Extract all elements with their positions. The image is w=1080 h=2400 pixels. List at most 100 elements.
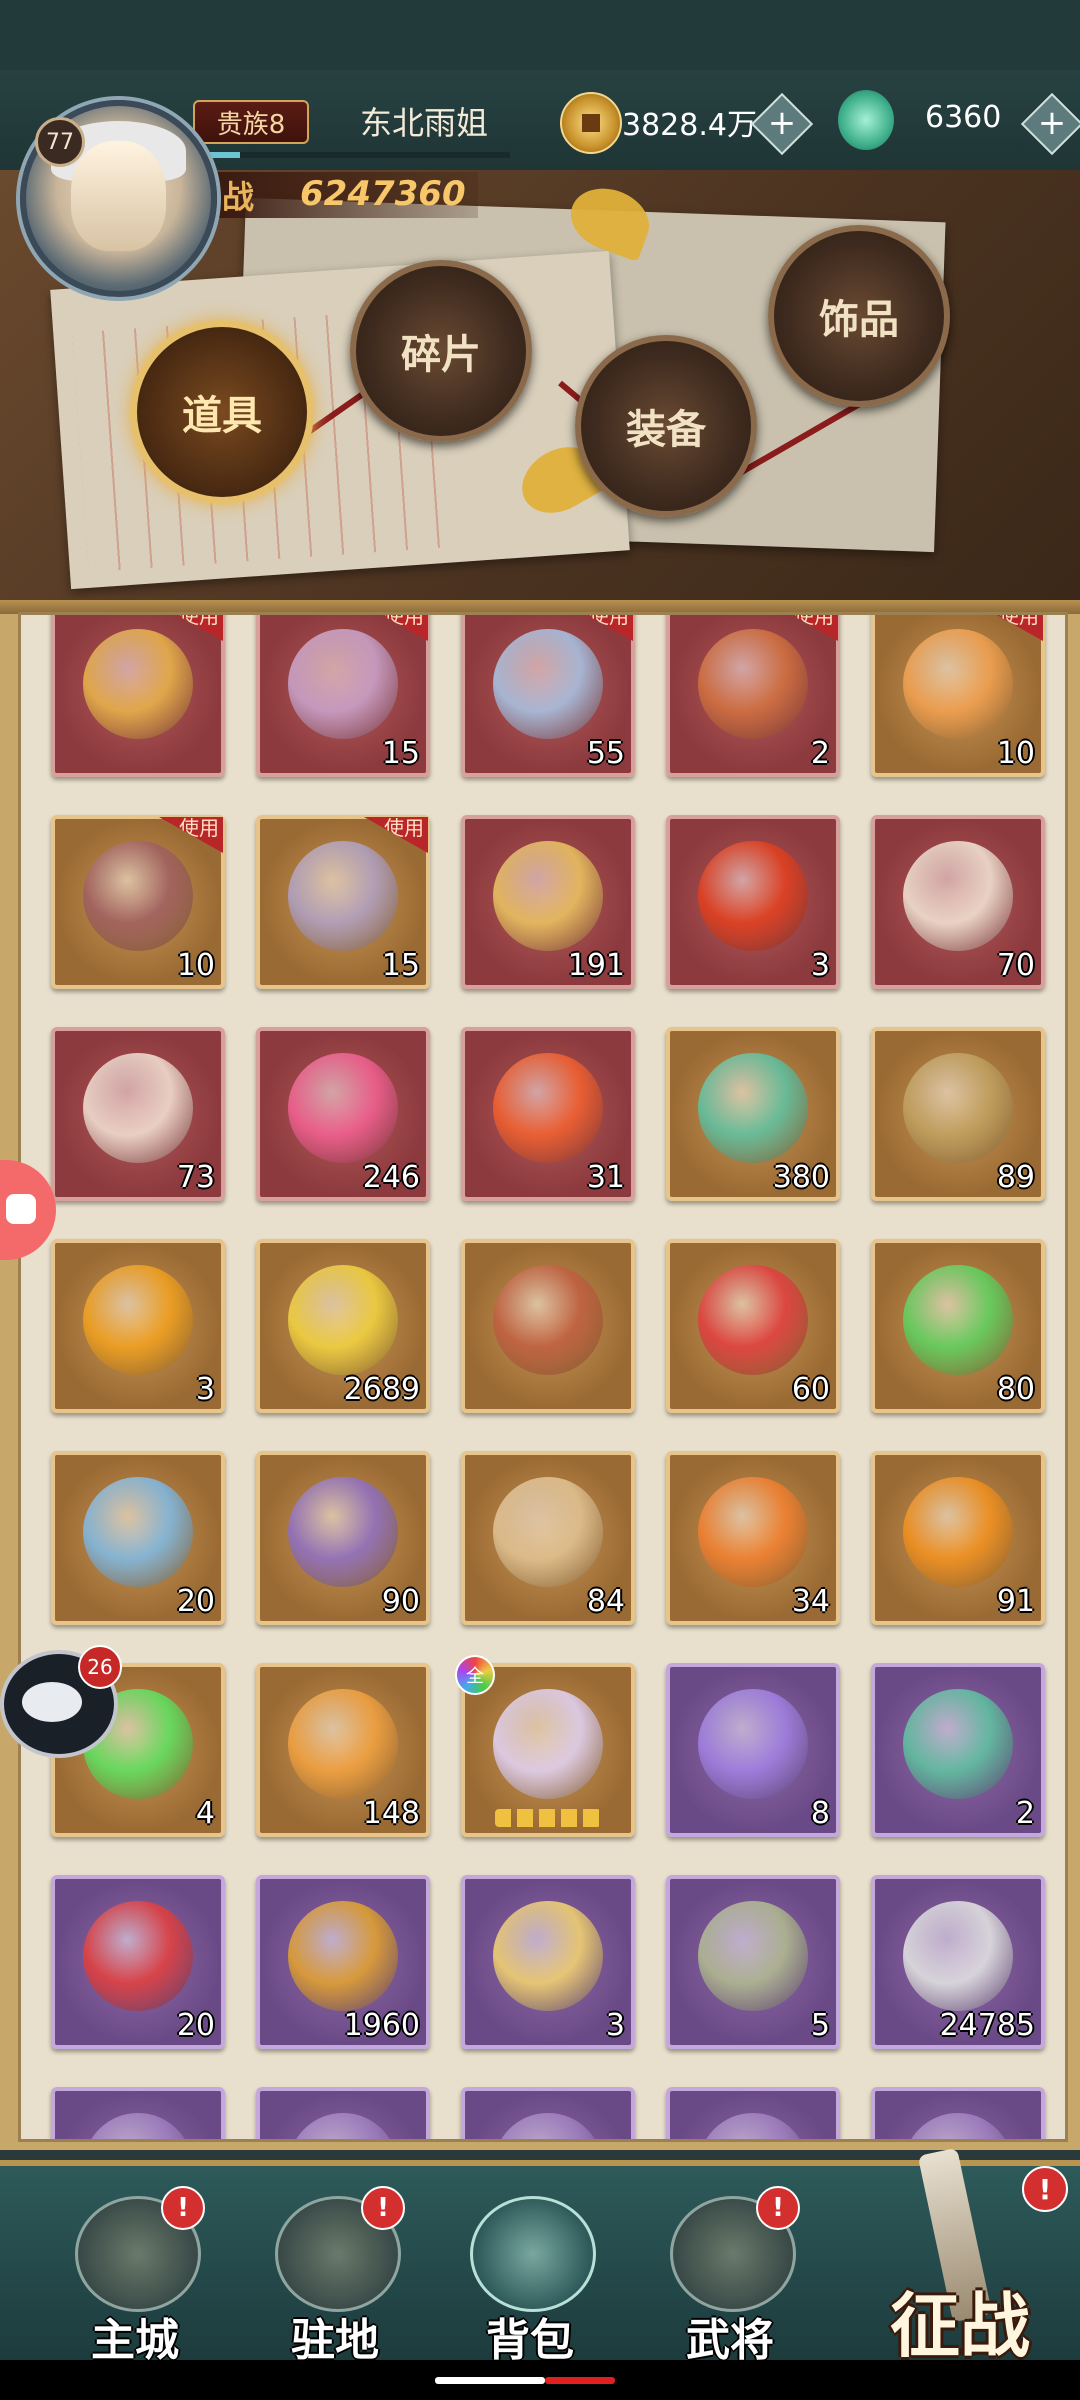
item-count: 73 xyxy=(176,1160,215,1195)
inventory-item[interactable]: 80 xyxy=(871,1239,1045,1413)
coin-icon xyxy=(493,1477,603,1587)
gem-icon xyxy=(903,1477,1013,1587)
chest-icon xyxy=(83,841,193,951)
inventory-item[interactable]: 70 xyxy=(871,815,1045,989)
item-count: 2 xyxy=(810,736,830,771)
inventory-item[interactable]: 73 xyxy=(51,1027,225,1201)
inventory-item[interactable]: 380 xyxy=(666,1027,840,1201)
inventory-item[interactable]: 191 xyxy=(461,815,635,989)
nav-backpack[interactable]: 背包 xyxy=(450,2186,610,2366)
inventory-item[interactable]: 31 xyxy=(461,1027,635,1201)
cloth-icon xyxy=(288,1477,398,1587)
fire-icon xyxy=(288,1689,398,1799)
inventory-item[interactable]: 使用 55 xyxy=(461,615,635,777)
backpack-icon xyxy=(470,2196,596,2312)
campaign-label: 征战 xyxy=(890,2284,1030,2367)
inventory-item[interactable]: 84 xyxy=(461,1451,635,1625)
nav-label: 背包 xyxy=(486,2315,574,2366)
inventory-item[interactable]: 90 xyxy=(256,1451,430,1625)
inventory-item[interactable]: 2689 xyxy=(256,1239,430,1413)
inventory-item[interactable]: 使用 xyxy=(51,615,225,777)
tab-fragments[interactable]: 碎片 xyxy=(350,260,532,442)
item-count: 24785 xyxy=(939,2008,1035,2043)
inventory-item[interactable]: 5 xyxy=(666,1875,840,2049)
inventory-item[interactable]: 全 xyxy=(455,1655,635,1837)
orb-icon xyxy=(698,1477,808,1587)
crystal-icon xyxy=(288,1053,398,1163)
jade-amount: 6360 xyxy=(925,100,1002,135)
inventory-item[interactable] xyxy=(461,2087,635,2139)
nav-generals[interactable]: ! 武将 xyxy=(650,2186,810,2366)
chest-icon xyxy=(288,629,398,739)
inventory-item[interactable]: 2 xyxy=(871,1663,1045,1837)
nav-garrison[interactable]: ! 驻地 xyxy=(255,2186,415,2366)
token-icon xyxy=(83,1265,193,1375)
alert-badge: ! xyxy=(1022,2166,1068,2212)
item-count: 84 xyxy=(586,1584,625,1619)
token-icon xyxy=(698,841,808,951)
inventory-item[interactable]: 148 xyxy=(256,1663,430,1837)
key-icon xyxy=(698,1901,808,2011)
tab-equipment[interactable]: 装备 xyxy=(575,335,757,517)
item-count: 55 xyxy=(586,736,625,771)
shell-icon xyxy=(83,1053,193,1163)
tab-items[interactable]: 道具 xyxy=(130,320,314,504)
inventory-item[interactable]: 1960 xyxy=(256,1875,430,2049)
power-value: 6247360 xyxy=(300,174,466,214)
inventory-item[interactable] xyxy=(666,2087,840,2139)
inventory-item[interactable]: 使用 10 xyxy=(51,815,225,989)
inventory-item[interactable]: 3 xyxy=(461,1875,635,2049)
inventory-item[interactable]: 24785 xyxy=(871,1875,1045,2049)
item-icon xyxy=(493,2113,603,2139)
inventory-item[interactable]: 8 xyxy=(666,1663,840,1837)
item-icon xyxy=(83,2113,193,2139)
inventory-item[interactable]: 使用 10 xyxy=(871,615,1045,777)
armillary-icon xyxy=(288,1901,398,2011)
nav-label: 主城 xyxy=(91,2315,179,2366)
xp-fill xyxy=(210,152,240,158)
crystal-icon xyxy=(903,1265,1013,1375)
item-count: 148 xyxy=(362,1796,420,1831)
inventory-item[interactable]: 20 xyxy=(51,1451,225,1625)
nav-main-city[interactable]: ! 主城 xyxy=(55,2186,215,2366)
use-tag: 使用 xyxy=(364,615,428,641)
player-name: 东北雨姐 xyxy=(360,104,489,142)
inventory-item[interactable]: 60 xyxy=(666,1239,840,1413)
inventory-item[interactable] xyxy=(51,2087,225,2139)
inventory-item[interactable]: 3 xyxy=(666,815,840,989)
inventory-item[interactable]: 89 xyxy=(871,1027,1045,1201)
inventory-item[interactable]: 3 xyxy=(51,1239,225,1413)
inventory-item[interactable]: 使用 15 xyxy=(256,615,430,777)
inventory-item[interactable]: 使用 2 xyxy=(666,615,840,777)
vip-badge[interactable]: 贵族8 xyxy=(193,100,309,144)
arrow-icon xyxy=(493,1265,603,1375)
plus-icon: + xyxy=(767,103,797,143)
home-indicator[interactable] xyxy=(435,2377,545,2384)
totem-icon xyxy=(903,1901,1013,2011)
helmet-icon xyxy=(903,1053,1013,1163)
arrow-icon xyxy=(903,1689,1013,1799)
gold-coin-icon xyxy=(560,92,622,154)
all-tag: 全 xyxy=(455,1655,495,1695)
inventory-item[interactable]: 91 xyxy=(871,1451,1045,1625)
item-count: 91 xyxy=(996,1584,1035,1619)
inventory-item[interactable]: 使用 15 xyxy=(256,815,430,989)
nav-label: 驻地 xyxy=(291,2315,379,2366)
campaign-button[interactable]: ! 征战 xyxy=(840,2130,1080,2367)
use-tag: 使用 xyxy=(774,615,838,641)
inventory-item[interactable]: 34 xyxy=(666,1451,840,1625)
inventory-item[interactable] xyxy=(256,2087,430,2139)
orb-icon xyxy=(288,1265,398,1375)
item-count: 3 xyxy=(810,948,830,983)
item-count: 191 xyxy=(567,948,625,983)
inventory-item[interactable]: 20 xyxy=(51,1875,225,2049)
item-count: 1960 xyxy=(343,2008,420,2043)
inventory-item[interactable] xyxy=(461,1239,635,1413)
chest-icon xyxy=(288,841,398,951)
tab-accessories[interactable]: 饰品 xyxy=(768,225,950,407)
item-count: 60 xyxy=(791,1372,830,1407)
item-count: 15 xyxy=(381,948,420,983)
inventory-item[interactable]: 246 xyxy=(256,1027,430,1201)
item-count: 70 xyxy=(996,948,1035,983)
fish-icon xyxy=(83,1477,193,1587)
